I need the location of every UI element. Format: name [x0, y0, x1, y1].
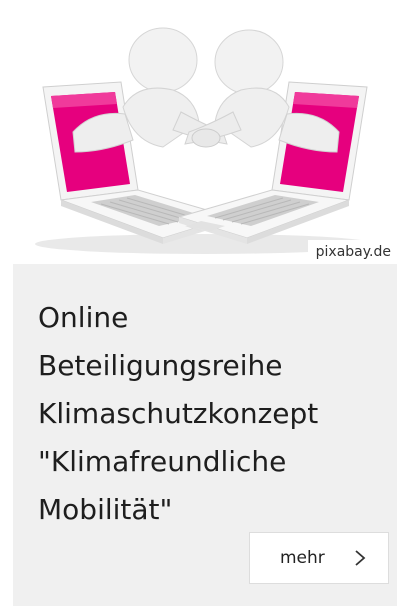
more-label: mehr — [280, 548, 325, 568]
title-line: Online — [38, 301, 129, 334]
title-line: Mobilität" — [38, 493, 173, 526]
title-line: Beteiligungsreihe — [38, 349, 283, 382]
handshake-laptops-illustration — [35, 27, 375, 254]
more-button[interactable]: mehr — [249, 532, 389, 584]
title-line: Klimaschutzkonzept — [38, 397, 319, 430]
teaser-title[interactable]: Online Beteiligungsreihe Klimaschutzkonz… — [38, 294, 393, 534]
title-line: "Klimafreundliche — [38, 445, 287, 478]
teaser-card: pixabay.de Online Beteiligungsreihe Klim… — [13, 12, 397, 606]
teaser-image[interactable]: pixabay.de — [13, 12, 397, 264]
image-credit: pixabay.de — [307, 240, 397, 264]
chevron-right-icon — [355, 550, 366, 566]
